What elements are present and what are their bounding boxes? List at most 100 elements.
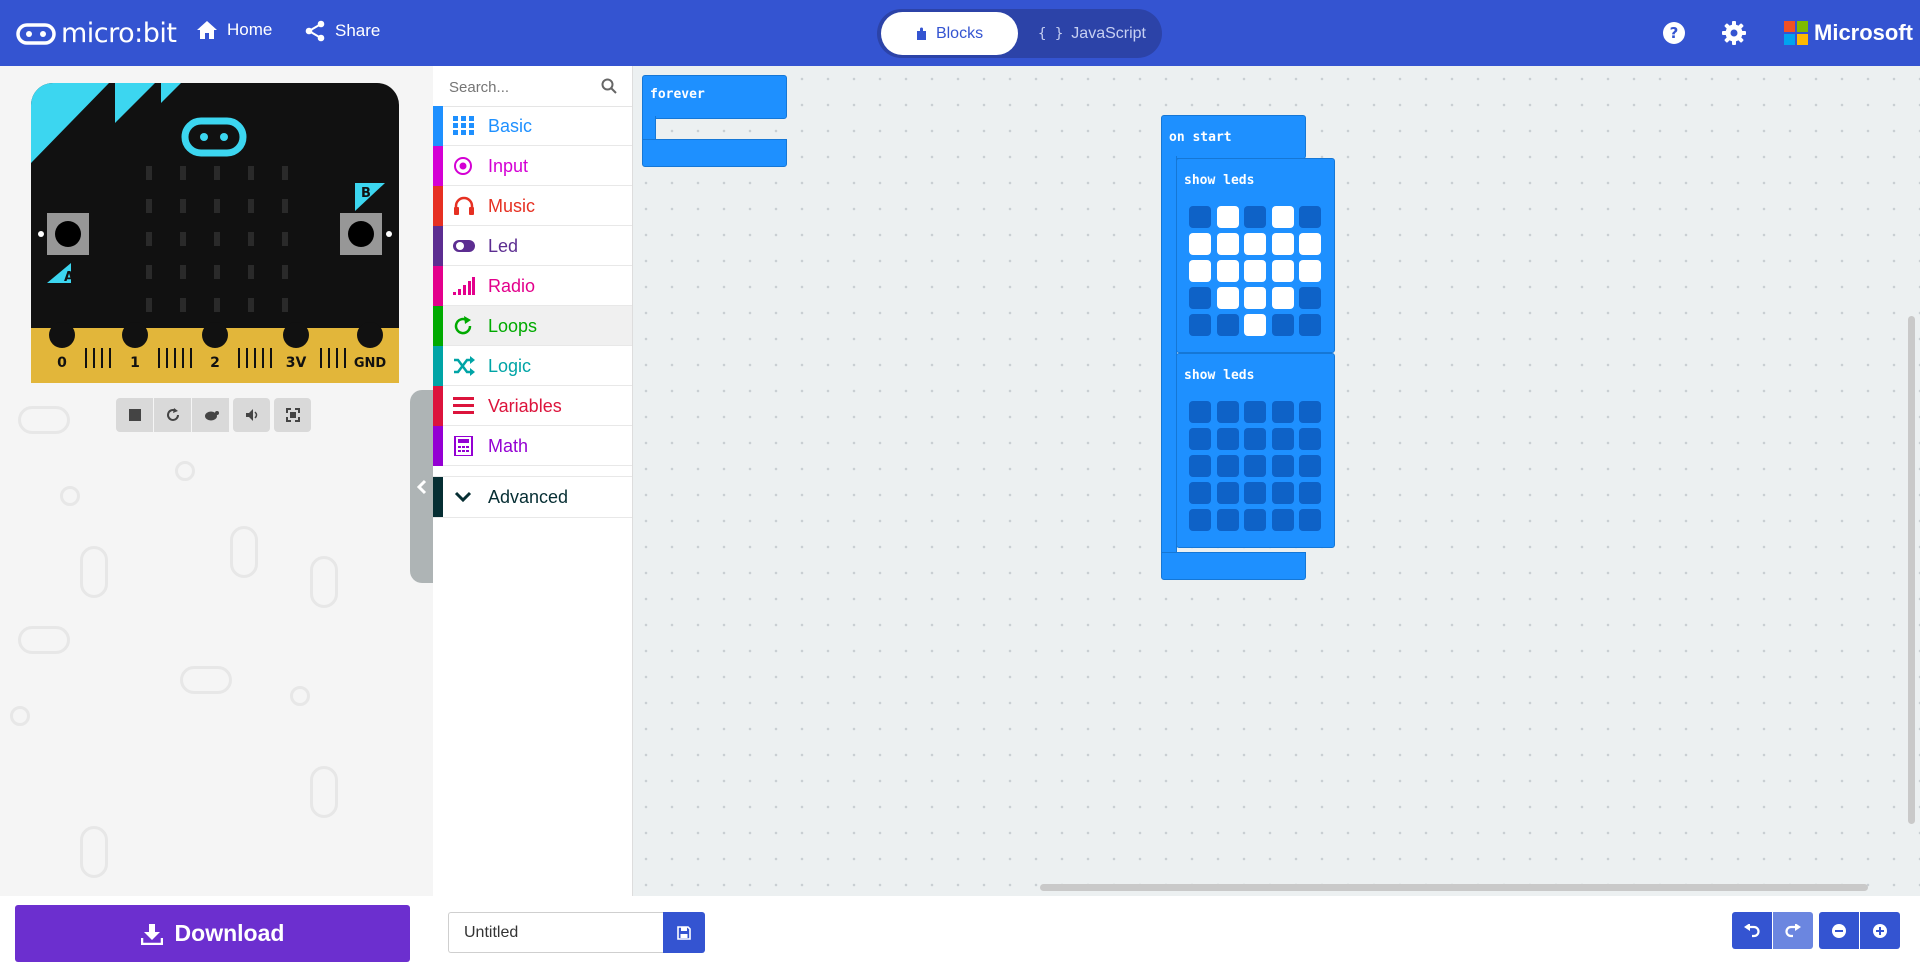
redo-button[interactable]: [1773, 912, 1813, 949]
led-cell[interactable]: [1216, 482, 1239, 504]
led-cell[interactable]: [1244, 206, 1266, 228]
led-cell[interactable]: [1189, 260, 1211, 282]
led-cell[interactable]: [1244, 287, 1266, 309]
mute-button[interactable]: [233, 398, 270, 432]
search-input[interactable]: [447, 75, 601, 99]
led-cell[interactable]: [1271, 260, 1294, 282]
led-cell[interactable]: [1271, 428, 1294, 450]
help-button[interactable]: ?: [1662, 21, 1686, 45]
tab-javascript[interactable]: { } JavaScript: [1025, 12, 1159, 55]
share-icon: [305, 20, 325, 42]
background-decoration: [310, 556, 338, 608]
category-variables[interactable]: Variables: [433, 386, 632, 426]
led-cell[interactable]: [1299, 509, 1321, 531]
led-cell[interactable]: [1189, 287, 1211, 309]
save-button[interactable]: [663, 912, 705, 953]
led-cell[interactable]: [1244, 509, 1266, 531]
led-cell[interactable]: [1216, 455, 1239, 477]
fullscreen-button[interactable]: [274, 398, 311, 432]
led-cell[interactable]: [1271, 455, 1294, 477]
led-cell[interactable]: [1271, 206, 1294, 228]
led-cell[interactable]: [1244, 233, 1266, 255]
led-cell[interactable]: [1216, 287, 1239, 309]
stop-simulator-button[interactable]: [116, 398, 153, 432]
settings-button[interactable]: [1722, 21, 1746, 45]
search-icon[interactable]: [601, 78, 617, 94]
led-cell[interactable]: [1299, 428, 1321, 450]
category-input[interactable]: Input: [433, 146, 632, 186]
forever-block[interactable]: forever: [642, 75, 787, 119]
category-advanced[interactable]: Advanced: [433, 476, 632, 518]
led-cell[interactable]: [1189, 455, 1211, 477]
zoom-out-button[interactable]: [1819, 912, 1859, 949]
led-cell[interactable]: [1244, 314, 1266, 336]
led-cell[interactable]: [1244, 401, 1266, 423]
undo-button[interactable]: [1732, 912, 1772, 949]
led-cell[interactable]: [1271, 314, 1294, 336]
calculator-icon: [454, 436, 473, 456]
led-cell[interactable]: [1271, 482, 1294, 504]
background-decoration: [180, 666, 232, 694]
collapse-simulator-handle[interactable]: [410, 390, 433, 583]
category-radio[interactable]: Radio: [433, 266, 632, 306]
led-cell[interactable]: [1244, 455, 1266, 477]
on-start-block-footer[interactable]: [1161, 552, 1306, 580]
category-loops[interactable]: Loops: [433, 306, 632, 346]
led-cell[interactable]: [1216, 428, 1239, 450]
led-cell[interactable]: [1299, 287, 1321, 309]
microbit-board[interactable]: 0 1 2 3V GND A B: [31, 83, 399, 383]
led-cell[interactable]: [1299, 314, 1321, 336]
category-logic[interactable]: Logic: [433, 346, 632, 386]
led-cell[interactable]: [1216, 206, 1239, 228]
led-cell[interactable]: [1189, 233, 1211, 255]
led-cell[interactable]: [1271, 401, 1294, 423]
blocks-workspace[interactable]: forever on start show leds show leds: [633, 66, 1920, 896]
show-leds-block[interactable]: show leds: [1176, 353, 1335, 548]
category-basic[interactable]: Basic: [433, 106, 632, 146]
microsoft-logo[interactable]: Microsoft: [1784, 20, 1913, 46]
horizontal-scrollbar[interactable]: [1040, 884, 1868, 891]
led-cell[interactable]: [1216, 233, 1239, 255]
led-cell[interactable]: [1299, 260, 1321, 282]
forever-block-footer[interactable]: [642, 139, 787, 167]
led-cell[interactable]: [1189, 482, 1211, 504]
microbit-logo[interactable]: micro:bit: [16, 18, 177, 49]
led-cell[interactable]: [1189, 428, 1211, 450]
restart-simulator-button[interactable]: [154, 398, 191, 432]
slowmo-button[interactable]: [192, 398, 229, 432]
tab-blocks[interactable]: Blocks: [881, 12, 1018, 55]
vertical-scrollbar[interactable]: [1908, 316, 1915, 824]
download-button[interactable]: Download: [15, 905, 410, 962]
led-cell[interactable]: [1189, 314, 1211, 336]
zoom-in-button[interactable]: [1860, 912, 1900, 949]
led-cell[interactable]: [1299, 482, 1321, 504]
led-cell[interactable]: [1189, 509, 1211, 531]
led-cell[interactable]: [1299, 233, 1321, 255]
led-cell[interactable]: [1244, 428, 1266, 450]
share-button[interactable]: Share: [304, 20, 380, 42]
led-cell[interactable]: [1216, 314, 1239, 336]
project-name-input[interactable]: [448, 912, 663, 953]
led-cell[interactable]: [1271, 287, 1294, 309]
led-cell[interactable]: [1271, 233, 1294, 255]
category-led[interactable]: Led: [433, 226, 632, 266]
show-leds-block[interactable]: show leds: [1176, 158, 1335, 353]
home-button[interactable]: Home: [196, 20, 272, 40]
led-cell[interactable]: [1271, 509, 1294, 531]
category-label: Logic: [488, 356, 532, 376]
led-cell[interactable]: [1244, 482, 1266, 504]
led-cell[interactable]: [1189, 401, 1211, 423]
on-start-block[interactable]: on start: [1161, 115, 1306, 159]
led-cell[interactable]: [1244, 260, 1266, 282]
led-cell[interactable]: [1216, 401, 1239, 423]
toolbox-search: [433, 66, 632, 107]
led-cell[interactable]: [1189, 206, 1211, 228]
led-cell[interactable]: [1216, 260, 1239, 282]
category-stripe: [433, 477, 443, 517]
led-cell[interactable]: [1216, 509, 1239, 531]
category-math[interactable]: Math: [433, 426, 632, 466]
category-music[interactable]: Music: [433, 186, 632, 226]
led-cell[interactable]: [1299, 401, 1321, 423]
led-cell[interactable]: [1299, 206, 1321, 228]
led-cell[interactable]: [1299, 455, 1321, 477]
